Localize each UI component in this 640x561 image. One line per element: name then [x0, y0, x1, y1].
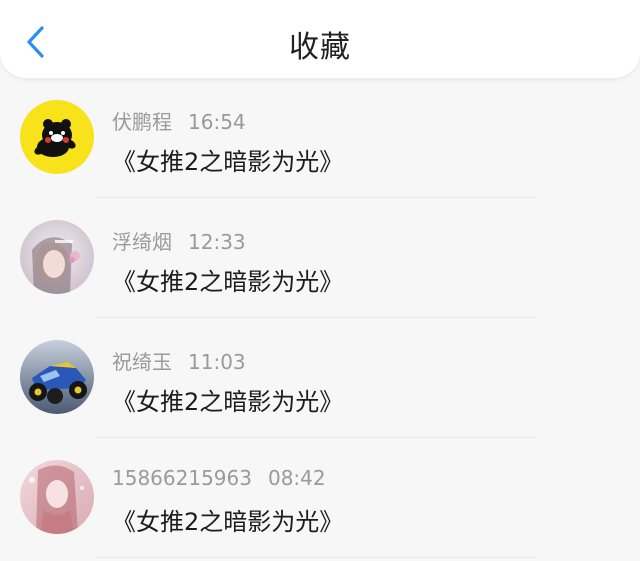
favorite-title-link[interactable]: 《女推2之暗影为光》 — [112, 262, 343, 297]
timestamp: 11:03 — [188, 350, 246, 374]
list-item[interactable]: 15866215963 08:42 《女推2之暗影为光》 — [0, 440, 640, 560]
user-name: 祝绮玉 — [112, 350, 172, 374]
timestamp: 16:54 — [188, 110, 246, 134]
user-name: 15866215963 — [112, 466, 252, 490]
divider — [96, 437, 538, 438]
girl-portrait-avatar-image — [20, 220, 94, 294]
avatar[interactable] — [20, 340, 94, 414]
top-bar: 收藏 — [0, 0, 640, 78]
list-item[interactable]: 祝绮玉 11:03 《女推2之暗影为光》 — [0, 320, 640, 440]
item-meta: 祝绮玉 11:03 — [112, 346, 246, 375]
rc-car-avatar-image — [20, 340, 94, 414]
item-meta: 伏鹏程 16:54 — [112, 106, 246, 135]
divider — [96, 197, 538, 198]
user-name: 伏鹏程 — [112, 110, 172, 134]
timestamp: 08:42 — [267, 466, 326, 490]
item-meta: 浮绮烟 12:33 — [112, 226, 246, 255]
timestamp: 12:33 — [188, 230, 246, 254]
divider — [96, 557, 538, 558]
page-title: 收藏 — [289, 30, 351, 65]
item-meta: 15866215963 08:42 — [112, 466, 326, 490]
favorite-title-link[interactable]: 《女推2之暗影为光》 — [112, 382, 343, 417]
favorite-title-link[interactable]: 《女推2之暗影为光》 — [112, 502, 343, 537]
divider — [96, 317, 538, 318]
user-name: 浮绮烟 — [112, 230, 172, 254]
bear-avatar-image — [20, 100, 94, 174]
favorite-title-link[interactable]: 《女推2之暗影为光》 — [112, 142, 343, 177]
avatar[interactable] — [20, 100, 94, 174]
favorites-page: 收藏 伏鹏程 16:54 《女推2之暗影为光》 浮绮烟 12:33 《女推2之暗… — [0, 0, 640, 561]
anime-girl-avatar-image — [20, 460, 94, 534]
avatar[interactable] — [20, 220, 94, 294]
avatar[interactable] — [20, 460, 94, 534]
list-item[interactable]: 浮绮烟 12:33 《女推2之暗影为光》 — [0, 200, 640, 320]
favorites-list: 伏鹏程 16:54 《女推2之暗影为光》 浮绮烟 12:33 《女推2之暗影为光… — [0, 80, 640, 560]
list-item[interactable]: 伏鹏程 16:54 《女推2之暗影为光》 — [0, 80, 640, 200]
